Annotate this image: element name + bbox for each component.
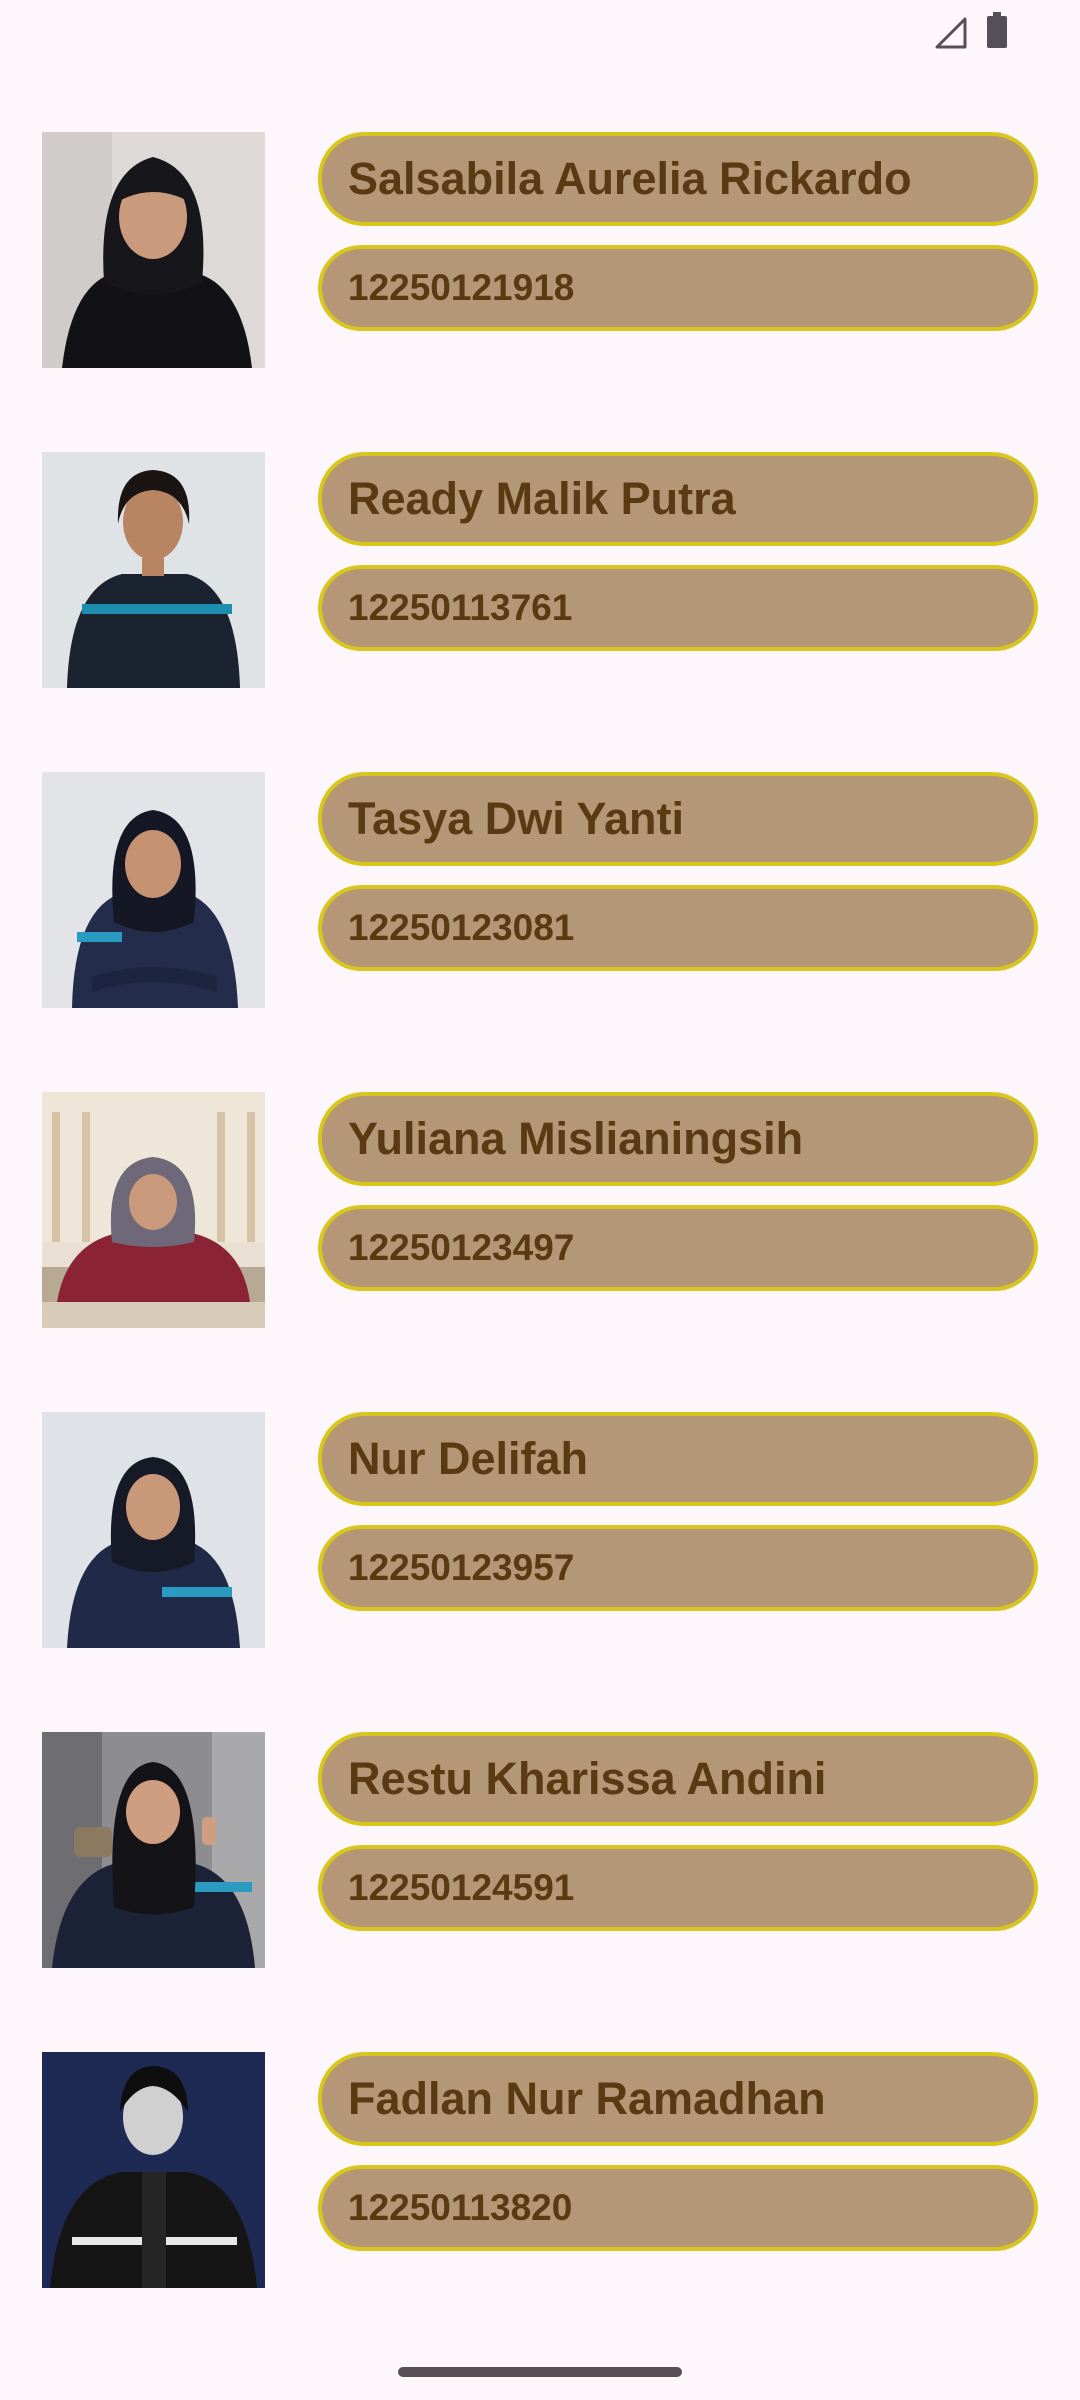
member-photo [42,132,265,368]
battery-icon [987,12,1007,48]
member-photo [42,1412,265,1648]
member-row: Nur Delifah 12250123957 [0,1412,1080,1648]
member-name: Ready Malik Putra [318,452,1038,546]
member-name: Restu Kharissa Andini [318,1732,1038,1826]
member-row: Restu Kharissa Andini 12250124591 [0,1732,1080,1968]
member-row: Salsabila Aurelia Rickardo 12250121918 [0,132,1080,368]
member-nim: 12250124591 [318,1845,1038,1931]
navigation-handle[interactable] [398,2367,682,2377]
member-photo [42,772,265,1008]
member-photo [42,452,265,688]
member-nim: 12250113820 [318,2165,1038,2251]
member-row: Fadlan Nur Ramadhan 12250113820 [0,2052,1080,2288]
member-name: Nur Delifah [318,1412,1038,1506]
member-nim: 12250123497 [318,1205,1038,1291]
member-name: Tasya Dwi Yanti [318,772,1038,866]
signal-icon [935,17,967,49]
member-nim: 12250113761 [318,565,1038,651]
member-photo [42,1092,265,1328]
member-name: Fadlan Nur Ramadhan [318,2052,1038,2146]
member-nim: 12250121918 [318,245,1038,331]
status-bar [0,0,1080,62]
member-row: Ready Malik Putra 12250113761 [0,452,1080,688]
member-name: Yuliana Mislianingsih [318,1092,1038,1186]
member-nim: 12250123081 [318,885,1038,971]
member-nim: 12250123957 [318,1525,1038,1611]
member-row: Yuliana Mislianingsih 12250123497 [0,1092,1080,1328]
member-photo [42,1732,265,1968]
member-row: Tasya Dwi Yanti 12250123081 [0,772,1080,1008]
member-name: Salsabila Aurelia Rickardo [318,132,1038,226]
member-photo [42,2052,265,2288]
